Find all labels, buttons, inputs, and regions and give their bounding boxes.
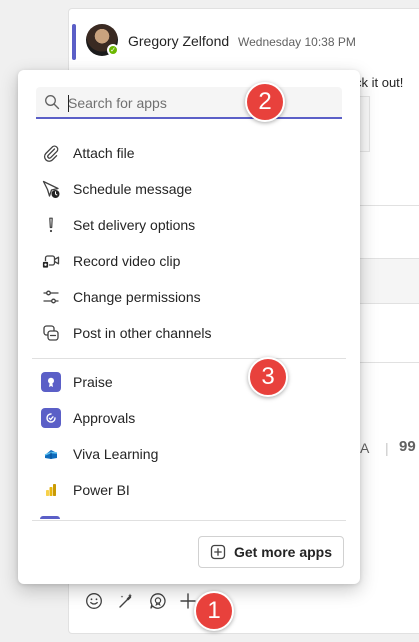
post-message-text: ck it out! [355, 75, 404, 90]
search-field[interactable] [36, 87, 342, 119]
post-reply-band [360, 258, 419, 304]
video-clip-icon [40, 250, 62, 272]
post-timestamp: Wednesday 10:38 PM [238, 35, 356, 49]
app-item-power-bi[interactable]: Power BI [18, 473, 360, 507]
menu-item-schedule-message[interactable]: Schedule message [18, 172, 360, 206]
exclamation-icon [40, 214, 62, 236]
callout-badge-1: 1 [194, 591, 234, 631]
loop-component-icon[interactable] [117, 592, 135, 610]
app-item-praise[interactable]: Praise [18, 365, 360, 399]
quote-icon[interactable]: 99 [399, 438, 416, 455]
menu-item-post-in-other-channels[interactable]: Post in other channels [18, 316, 360, 350]
post-author[interactable]: Gregory Zelfond [128, 33, 229, 49]
menu-item-set-delivery-options[interactable]: Set delivery options [18, 208, 360, 242]
post-accent-bar [72, 24, 76, 60]
viva-learning-app-icon [40, 443, 62, 465]
app-item-viva-learning[interactable]: Viva Learning [18, 437, 360, 471]
schedule-send-icon [40, 178, 62, 200]
search-icon [44, 94, 60, 110]
app-item-label: Power BI [73, 482, 130, 498]
get-more-apps-button[interactable]: Get more apps [198, 536, 344, 568]
quote-glyph: 99 [399, 438, 416, 455]
toolbar-separator: | [385, 440, 389, 456]
format-text-icon[interactable]: A [360, 440, 369, 456]
messaging-extensions-popup: Attach file Schedule message Set deliver… [18, 70, 360, 584]
menu-item-label: Schedule message [73, 181, 193, 197]
menu-item-label: Set delivery options [73, 217, 196, 233]
presence-available-icon: ✓ [107, 44, 119, 56]
paperclip-icon [40, 142, 62, 164]
add-square-icon [210, 544, 226, 560]
callout-badge-3: 3 [248, 357, 288, 397]
post-divider [360, 205, 419, 206]
post-divider [360, 362, 419, 363]
get-more-apps-label: Get more apps [233, 544, 333, 560]
post-channels-icon [40, 322, 62, 344]
menu-divider [32, 520, 346, 521]
callout-badge-2: 2 [245, 82, 285, 122]
sliders-icon [40, 286, 62, 308]
search-input[interactable] [68, 92, 328, 114]
menu-item-label: Record video clip [73, 253, 181, 269]
app-item-approvals[interactable]: Approvals [18, 401, 360, 435]
praise-app-icon [40, 371, 62, 393]
menu-item-label: Post in other channels [73, 325, 212, 341]
app-item-partial [40, 516, 60, 519]
app-item-label: Approvals [73, 410, 136, 426]
menu-item-label: Attach file [73, 145, 135, 161]
menu-divider [32, 358, 346, 359]
menu-item-attach-file[interactable]: Attach file [18, 136, 360, 170]
power-bi-app-icon [40, 479, 62, 501]
text-cursor [68, 95, 69, 112]
approvals-app-icon [40, 407, 62, 429]
format-text-glyph: A [360, 440, 370, 456]
menu-item-label: Change permissions [73, 289, 201, 305]
emoji-icon[interactable] [85, 592, 103, 610]
app-item-label: Viva Learning [73, 446, 159, 462]
presence-check-glyph: ✓ [110, 46, 116, 54]
praise-chat-icon[interactable] [149, 592, 167, 610]
menu-item-record-video-clip[interactable]: Record video clip [18, 244, 360, 278]
menu-item-change-permissions[interactable]: Change permissions [18, 280, 360, 314]
app-item-label: Praise [73, 374, 113, 390]
